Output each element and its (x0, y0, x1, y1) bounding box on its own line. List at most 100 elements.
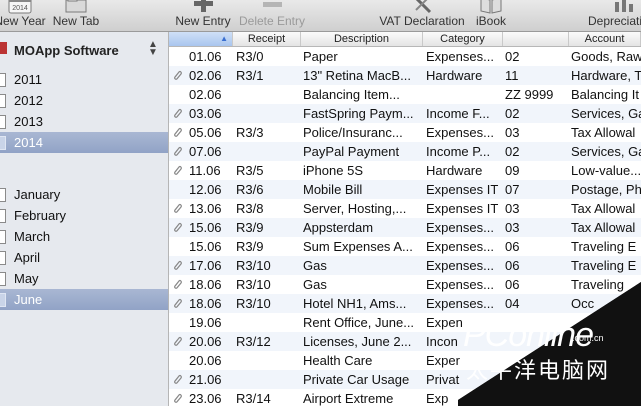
paperclip-icon[interactable] (172, 221, 182, 233)
cell-account-number: 06 (505, 239, 520, 254)
cell-account-number: 02 (505, 106, 520, 121)
new-entry-button[interactable]: New Entry (172, 0, 234, 31)
cell-date: 07.06 (189, 144, 222, 159)
delete-entry-button[interactable]: Delete Entry (236, 0, 308, 31)
updown-chevron-icon: ▲ ▼ (148, 39, 158, 58)
cell-category: Privat (426, 372, 460, 387)
sidebar-year-2011[interactable]: 2011 (0, 69, 168, 90)
cell-date: 02.06 (189, 68, 222, 83)
table-row[interactable]: 18.06 R3/10 Gas Expenses... 06 Traveling (169, 275, 641, 294)
cell-description: Appsterdam (303, 220, 374, 235)
company-logo-icon (0, 42, 8, 54)
sidebar-year-2013[interactable]: 2013 (0, 111, 168, 132)
sidebar-month-april[interactable]: April (0, 247, 168, 268)
header-description[interactable]: Description (301, 32, 423, 46)
table-row[interactable]: 12.06 R3/6 Mobile Bill Expenses IT 07 Postage… (169, 180, 641, 199)
document-icon (0, 188, 6, 202)
cell-description: Sum Expenses A... (303, 239, 413, 254)
table-row[interactable]: 19.06 Rent Office, June... Expen (169, 313, 641, 332)
cell-account-number: 06 (505, 258, 520, 273)
header-category[interactable]: Category (423, 32, 503, 46)
paperclip-icon[interactable] (172, 69, 182, 81)
paperclip-icon[interactable] (172, 126, 182, 138)
vat-declaration-button[interactable]: VAT Declaration (376, 0, 468, 31)
header-account-number[interactable] (503, 32, 569, 46)
table-row[interactable]: 23.06 R3/14 Airport Extreme Exp (169, 389, 641, 406)
depreciations-button[interactable]: Depreciations (580, 0, 641, 31)
cell-receipt (236, 142, 300, 161)
company-selector[interactable]: MOApp Software ▲ ▼ (0, 40, 168, 60)
cell-category: Expenses... (426, 296, 494, 311)
new-tab-button[interactable]: New Tab (50, 0, 102, 31)
cell-account-number: 04 (505, 296, 520, 311)
cell-account-number: ZZ 9999 (505, 87, 554, 102)
paperclip-icon[interactable] (172, 164, 182, 176)
table-row[interactable]: 11.06 R3/5 iPhone 5S Hardware 09 Low-value... (169, 161, 641, 180)
table-row[interactable]: 15.06 R3/9 Appsterdam Expenses... 03 Tax Allo… (169, 218, 641, 237)
table-row[interactable]: 15.06 R3/9 Sum Expenses A... Expenses... 06 T… (169, 237, 641, 256)
cell-account-number (505, 389, 567, 406)
table-row[interactable]: 20.06 R3/12 Licenses, June 2... Incon (169, 332, 641, 351)
table-row[interactable]: 17.06 R3/10 Gas Expenses... 06 Traveling E (169, 256, 641, 275)
calendar-badge: 2014 (12, 5, 28, 12)
cell-category: Expen (426, 315, 463, 330)
ibook-label: iBook (475, 14, 507, 28)
cell-account: Goods, Raw (571, 49, 641, 64)
paperclip-icon[interactable] (172, 278, 182, 290)
table-row[interactable]: 18.06 R3/10 Hotel NH1, Ams... Expenses... 04… (169, 294, 641, 313)
paperclip-icon[interactable] (172, 335, 182, 347)
header-receipt[interactable]: Receipt (233, 32, 301, 46)
cell-account (571, 313, 641, 332)
table-row[interactable]: 07.06 PayPal Payment Income P... 02 Services… (169, 142, 641, 161)
cell-date: 18.06 (189, 296, 222, 311)
sidebar-month-february[interactable]: February (0, 205, 168, 226)
cell-category: Expenses... (426, 277, 494, 292)
table-row[interactable]: 03.06 FastSpring Paym... Income F... 02 Serv… (169, 104, 641, 123)
paperclip-icon[interactable] (172, 297, 182, 309)
cell-category: Exp (426, 391, 449, 406)
cell-date: 21.06 (189, 372, 222, 387)
table-row[interactable]: 20.06 Health Care Exper (169, 351, 641, 370)
header-date[interactable]: ▲ (169, 32, 233, 46)
cell-receipt (236, 351, 300, 370)
cell-account-number (505, 351, 567, 370)
cell-receipt: R3/9 (236, 220, 264, 235)
cell-date: 01.06 (189, 49, 222, 64)
year-label: 2013 (14, 114, 43, 129)
new-year-button[interactable]: 2014 New Year (0, 0, 48, 31)
cell-receipt: R3/10 (236, 258, 271, 273)
cell-description: 13" Retina MacB... (303, 68, 411, 83)
paperclip-icon[interactable] (172, 145, 182, 157)
cell-date: 20.06 (189, 334, 222, 349)
ibook-button[interactable]: iBook (470, 0, 512, 31)
cell-account: Tax Allowal (571, 220, 636, 235)
sidebar-year-2012[interactable]: 2012 (0, 90, 168, 111)
table-row[interactable]: 21.06 Private Car Usage Privat (169, 370, 641, 389)
cell-account (571, 389, 641, 406)
table-row[interactable]: 02.06 Balancing Item... ZZ 9999 Balancing I… (169, 85, 641, 104)
cell-account: Traveling E (571, 239, 637, 254)
paperclip-icon[interactable] (172, 107, 182, 119)
paperclip-icon[interactable] (172, 373, 182, 385)
cell-account-number (505, 370, 567, 389)
sidebar-month-may[interactable]: May (0, 268, 168, 289)
paperclip-icon[interactable] (172, 392, 182, 404)
sidebar-month-march[interactable]: March (0, 226, 168, 247)
paperclip-icon[interactable] (172, 259, 182, 271)
header-account[interactable]: Account (569, 32, 641, 46)
paperclip-icon[interactable] (172, 202, 182, 214)
table-row[interactable]: 01.06 R3/0 Paper Expenses... 02 Goods, Raw (169, 47, 641, 66)
month-label: January (14, 187, 61, 202)
table-row[interactable]: 02.06 R3/1 13" Retina MacB... Hardware 11 Har… (169, 66, 641, 85)
sidebar-month-january[interactable]: January (0, 184, 168, 205)
sidebar-year-2014[interactable]: 2014 (0, 132, 168, 153)
cell-account: Tax Allowal (571, 201, 636, 216)
sidebar: MOApp Software ▲ ▼ 2011 2012 2013 2014 Ja… (0, 32, 169, 406)
document-icon (0, 94, 6, 108)
table-row[interactable]: 05.06 R3/3 Police/Insuranc... Expenses... 03… (169, 123, 641, 142)
cell-receipt: R3/5 (236, 163, 264, 178)
cell-account-number: 02 (505, 144, 520, 159)
table-row[interactable]: 13.06 R3/8 Server, Hosting,... Expenses IT 0… (169, 199, 641, 218)
cell-account-number (505, 313, 567, 332)
sidebar-month-june[interactable]: June (0, 289, 168, 310)
